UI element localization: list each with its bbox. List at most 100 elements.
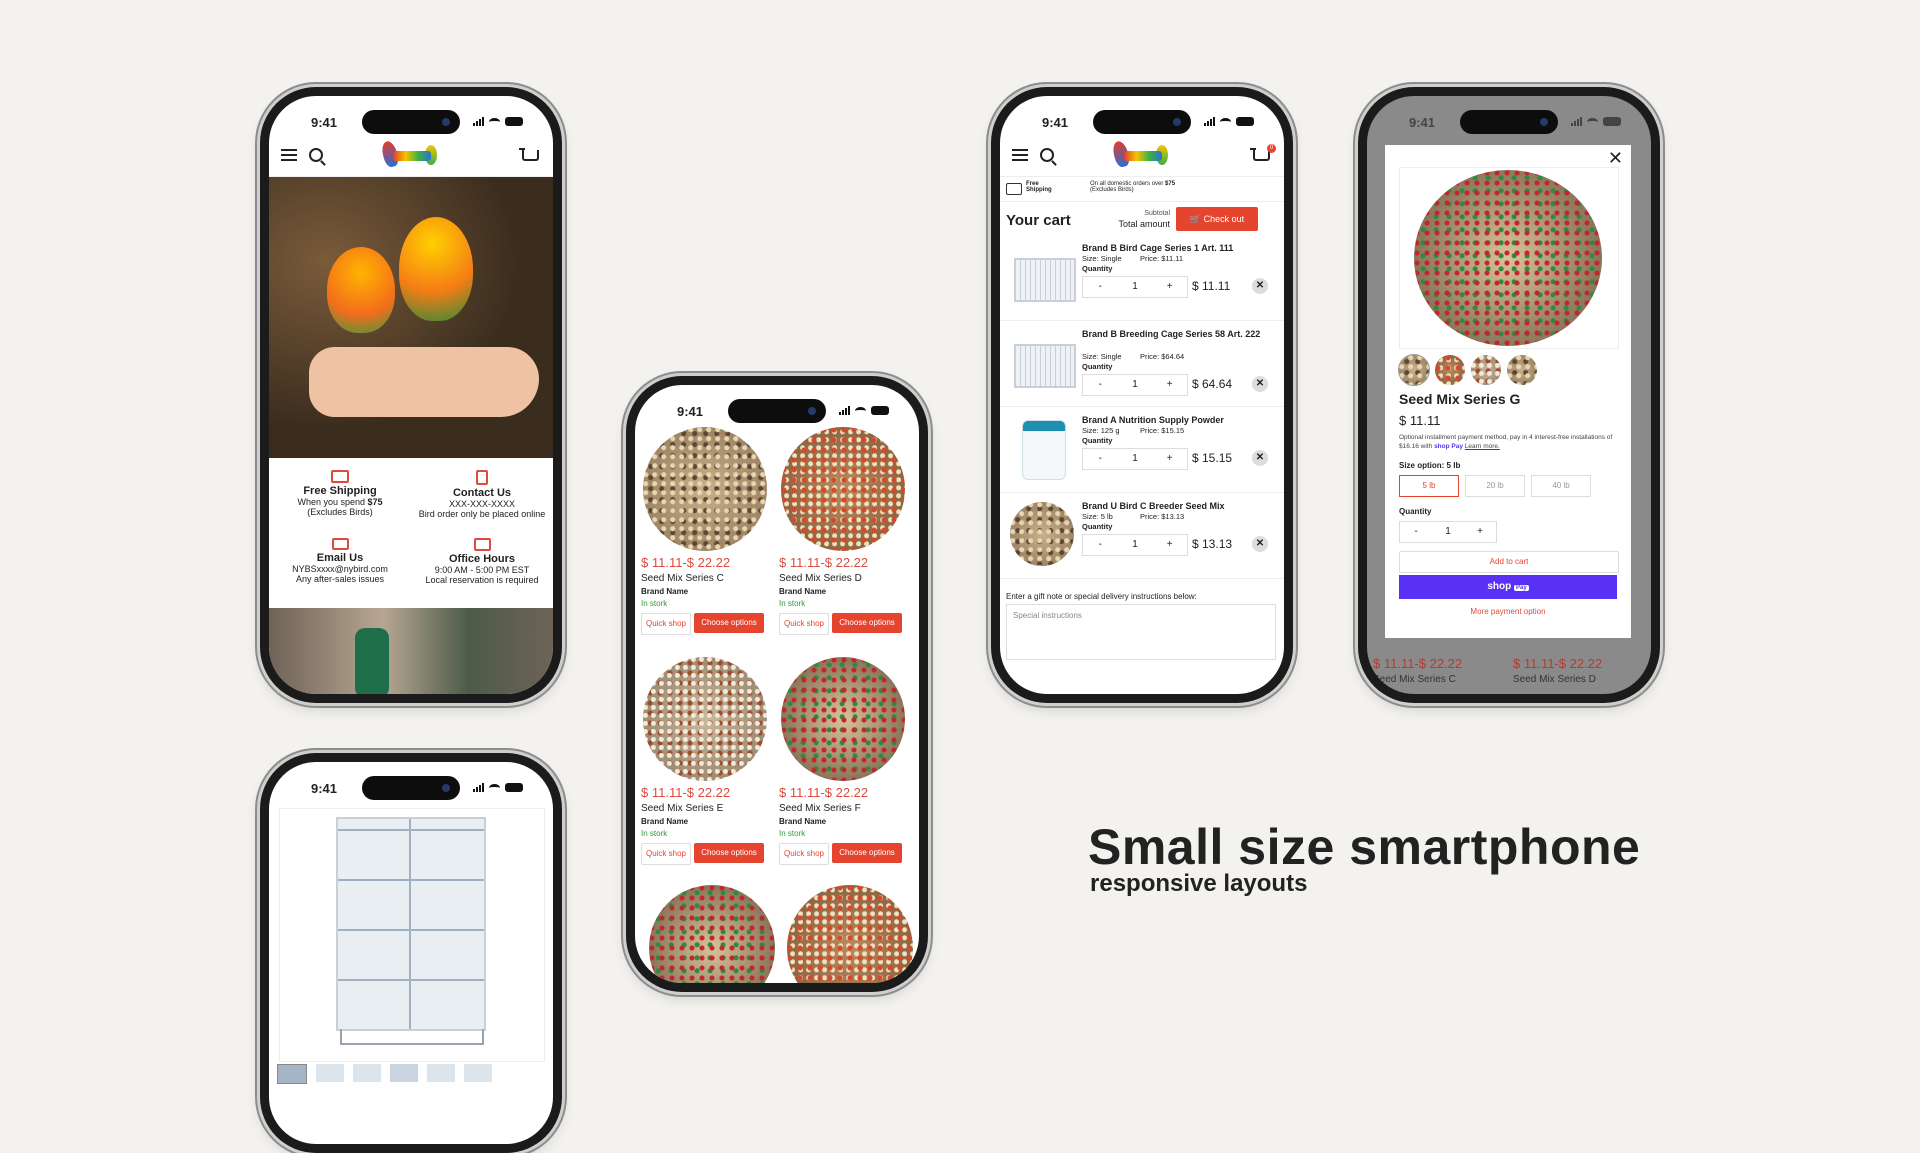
quantity-label: Quantity <box>1082 522 1113 531</box>
product-card[interactable]: $ 11.11-$ 22.22 Seed Mix Series E Brand Na… <box>641 655 773 881</box>
product-price: $ 11.11 <box>1399 413 1441 428</box>
item-name[interactable]: Brand B Breeding Cage Series 58 Art. 222 <box>1082 328 1268 340</box>
remove-item-button[interactable]: ✕ <box>1252 376 1268 392</box>
quick-shop-button[interactable]: Quick shop <box>779 613 829 635</box>
dynamic-island <box>362 110 460 134</box>
email-icon <box>331 538 349 550</box>
product-image-partial[interactable] <box>787 885 913 983</box>
product-card[interactable]: $ 11.11-$ 22.22 Seed Mix Series F Brand Na… <box>779 655 911 881</box>
size-option-button[interactable]: 5 lb <box>1399 475 1459 497</box>
signal-icon <box>473 783 484 792</box>
decrease-button[interactable]: - <box>1400 522 1432 542</box>
cart-icon: 🛒 <box>1189 214 1204 224</box>
product-image[interactable] <box>781 427 905 551</box>
product-image[interactable] <box>643 427 767 551</box>
thumbnail[interactable] <box>1507 355 1537 385</box>
product-name[interactable]: Seed Mix Series C <box>641 573 773 584</box>
item-name[interactable]: Brand U Bird C Breeder Seed Mix <box>1082 500 1268 512</box>
quantity-value[interactable]: 1 <box>1432 522 1464 542</box>
special-instructions-input[interactable]: Special instructions <box>1006 604 1276 660</box>
increase-button[interactable]: + <box>1152 535 1187 555</box>
size-option-button[interactable]: 20 lb <box>1465 475 1525 497</box>
choose-options-button[interactable]: Choose options <box>832 843 902 863</box>
stock-status: In stork <box>779 599 806 608</box>
choose-options-button[interactable]: Choose options <box>694 843 764 863</box>
cage-stand <box>340 1029 484 1045</box>
item-image[interactable] <box>1010 416 1076 482</box>
thumbnail[interactable] <box>1398 354 1430 386</box>
product-name[interactable]: Seed Mix Series F <box>779 803 911 814</box>
decrease-button[interactable]: - <box>1083 535 1118 555</box>
shop-pay-button[interactable]: shop Pay <box>1399 575 1617 599</box>
item-image[interactable] <box>1010 330 1076 396</box>
quick-shop-button[interactable]: Quick shop <box>779 843 829 865</box>
product-card[interactable]: $ 11.11-$ 22.22 Seed Mix Series C Brand Na… <box>641 425 773 651</box>
background-product-grid: $ 11.11-$ 22.22 $ 11.11-$ 22.22 Seed Mix… <box>1367 656 1651 694</box>
decrease-button[interactable]: - <box>1083 449 1118 469</box>
cart-icon[interactable] <box>519 148 539 161</box>
quantity-value[interactable]: 1 <box>1118 375 1153 395</box>
increase-button[interactable]: + <box>1464 522 1496 542</box>
feature-line2: Local reservation is required <box>425 575 539 585</box>
item-image[interactable] <box>1010 502 1076 568</box>
status-time: 9:41 <box>1042 115 1069 130</box>
remove-item-button[interactable]: ✕ <box>1252 450 1268 466</box>
thumbnail[interactable] <box>427 1064 455 1082</box>
decrease-button[interactable]: - <box>1083 375 1118 395</box>
choose-options-button[interactable]: Choose options <box>832 613 902 633</box>
decrease-button[interactable]: - <box>1083 277 1118 297</box>
quantity-stepper: -1 + <box>1082 374 1188 396</box>
thumbnail[interactable] <box>316 1064 344 1082</box>
item-name[interactable]: Brand A Nutrition Supply Powder <box>1082 414 1268 426</box>
quantity-value[interactable]: 1 <box>1118 277 1153 297</box>
store-logo[interactable] <box>379 139 443 173</box>
search-icon[interactable] <box>1040 148 1054 162</box>
remove-item-button[interactable]: ✕ <box>1252 536 1268 552</box>
feature-line1: 9:00 AM - 5:00 PM EST <box>434 565 530 575</box>
thumbnail[interactable] <box>390 1064 418 1082</box>
thumbnail[interactable] <box>277 1064 307 1084</box>
quantity-value[interactable]: 1 <box>1118 449 1153 469</box>
wifi-icon <box>489 783 500 792</box>
product-image[interactable] <box>643 657 767 781</box>
store-logo[interactable] <box>1110 139 1174 173</box>
quick-shop-button[interactable]: Quick shop <box>641 613 691 635</box>
product-card[interactable]: $ 11.11-$ 22.22 Seed Mix Series D Brand Na… <box>779 425 911 651</box>
cart-item: Brand B Breeding Cage Series 58 Art. 222… <box>1000 322 1284 407</box>
item-name[interactable]: Brand B Bird Cage Series 1 Art. 111 <box>1082 242 1268 254</box>
increase-button[interactable]: + <box>1152 375 1187 395</box>
size-option-button[interactable]: 40 lb <box>1531 475 1591 497</box>
item-image[interactable] <box>1010 244 1076 310</box>
parrot-left <box>327 247 395 333</box>
phone-home: 9:41 Free Shipping When you spend $75 (E <box>260 87 562 703</box>
product-name[interactable]: Seed Mix Series E <box>641 803 773 814</box>
close-icon[interactable]: ✕ <box>1608 149 1623 167</box>
installment-note: Optional installment payment method, pay… <box>1399 434 1613 450</box>
menu-icon[interactable] <box>281 149 297 161</box>
learn-more-link[interactable]: Learn more. <box>1465 443 1500 450</box>
product-image-partial[interactable] <box>649 885 775 983</box>
product-price: $ 11.11-$ 22.22 <box>779 555 869 570</box>
thumbnail[interactable] <box>1435 355 1465 385</box>
menu-icon[interactable] <box>1012 149 1028 161</box>
product-name[interactable]: Seed Mix Series D <box>779 573 911 584</box>
remove-item-button[interactable]: ✕ <box>1252 278 1268 294</box>
increase-button[interactable]: + <box>1152 449 1187 469</box>
choose-options-button[interactable]: Choose options <box>694 613 764 633</box>
thumbnail[interactable] <box>464 1064 492 1082</box>
increase-button[interactable]: + <box>1152 277 1187 297</box>
size-options: 5 lb 20 lb 40 lb <box>1399 475 1591 497</box>
bg-price: $ 11.11-$ 22.22 <box>1373 656 1463 671</box>
page-heading: Small size smartphone <box>1088 819 1641 875</box>
checkout-button[interactable]: 🛒 Check out <box>1176 207 1258 231</box>
more-payment-link[interactable]: More payment option <box>1399 607 1617 616</box>
quick-shop-button[interactable]: Quick shop <box>641 843 691 865</box>
add-to-cart-button[interactable]: Add to cart <box>1399 551 1619 573</box>
status-icons <box>1204 117 1254 126</box>
product-image[interactable] <box>781 657 905 781</box>
thumbnail[interactable] <box>1471 355 1501 385</box>
feature-office-hours: Office Hours 9:00 AM - 5:00 PM EST Local… <box>411 538 553 585</box>
quantity-value[interactable]: 1 <box>1118 535 1153 555</box>
search-icon[interactable] <box>309 148 323 162</box>
thumbnail[interactable] <box>353 1064 381 1082</box>
